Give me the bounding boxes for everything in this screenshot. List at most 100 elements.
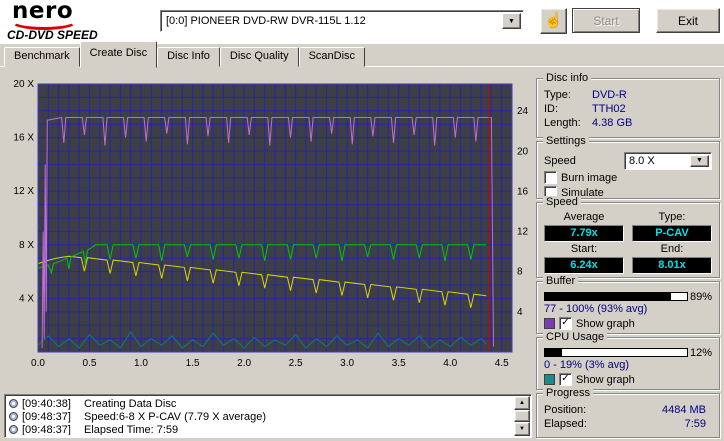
scrollbar-track[interactable] [514,410,530,422]
position-label: Position: [544,404,587,416]
disc-length-label: Length: [544,117,581,129]
speed-select-value: 8.0 X [629,154,655,167]
settings-group: Settings Speed 8.0 X ▼ Burn image Simula… [536,135,720,199]
svg-text:0.0: 0.0 [31,358,45,369]
progress-group: Progress Position: 4484 MB Elapsed: 7:59 [536,387,720,438]
disc-type-label: Type: [544,89,571,101]
speed-select-row: Speed 8.0 X ▼ [544,151,712,170]
log-text: Elapsed Time: 7:59 [84,423,179,436]
log-line: [09:48:37] Elapsed Time: 7:59 [7,423,513,435]
position-row: Position: 4484 MB [544,403,712,417]
log-lines: [09:40:38] Creating Data Disc [09:48:37]… [7,397,513,435]
buffer-show-graph-row: ✓ Show graph [544,316,712,331]
dropdown-arrow-glyph: ▼ [508,17,515,25]
svg-text:1.5: 1.5 [186,358,200,369]
disc-id-label: ID: [544,103,559,115]
drive-select[interactable]: [0:0] PIONEER DVD-RW DVR-115L 1.12 ▼ [160,10,524,32]
chevron-down-icon[interactable]: ▼ [690,154,709,167]
tab-create-disc[interactable]: Create Disc [79,41,158,68]
sidebar: Disc info Type: DVD-R ID: TTH02 Length: … [536,72,720,438]
svg-text:2.0: 2.0 [237,358,251,369]
cpu-title: CPU Usage [543,331,608,343]
svg-text:0.5: 0.5 [83,358,97,369]
chevron-down-icon[interactable]: ▼ [502,13,521,29]
dropdown-arrow-glyph: ▼ [696,156,703,164]
exit-button[interactable]: Exit [656,8,720,33]
svg-text:16 X: 16 X [13,133,34,144]
svg-text:4: 4 [517,307,523,318]
disc-info-group: Disc info Type: DVD-R ID: TTH02 Length: … [536,72,720,138]
speed-type-value: P-CAV [632,225,712,242]
tab-benchmark[interactable]: Benchmark [4,47,80,67]
log-time: [09:48:37] [22,410,71,423]
tab-disc-info[interactable]: Disc Info [157,47,220,67]
cd-dvd-speed-logo-text: CD-DVD SPEED [7,28,98,42]
buffer-bar [544,292,688,301]
scrollbar-thumb[interactable] [514,410,530,422]
buffer-show-graph-checkbox[interactable]: ✓ [559,317,572,330]
drive-select-value: [0:0] PIONEER DVD-RW DVR-115L 1.12 [166,15,366,27]
position-value: 4484 MB [661,404,706,416]
log-text: Creating Data Disc [84,397,177,410]
buffer-group: Buffer 89% 77 - 100% (93% avg) ✓ Show gr… [536,275,720,334]
scroll-down-icon: ▼ [519,426,525,432]
speed-end-value: 8.01x [632,257,712,274]
start-button[interactable]: Start [572,8,640,33]
scroll-up-icon: ▲ [519,400,525,406]
svg-text:8 X: 8 X [19,240,34,251]
log-line: [09:40:38] Creating Data Disc [7,397,513,410]
disc-type-row: Type: DVD-R [544,88,712,102]
log-time: [09:40:38] [22,397,71,410]
burn-image-label: Burn image [561,171,618,184]
settings-title: Settings [543,135,589,147]
tab-disc-quality[interactable]: Disc Quality [219,47,299,67]
scroll-up-button[interactable]: ▲ [514,396,530,410]
buffer-bar-fill [545,293,672,300]
svg-text:20 X: 20 X [13,79,34,90]
speed-chart: 4 X 8 X 12 X 16 X 20 X 4 8 12 16 20 24 0.0 0.5 1.0 1.5… [13,79,529,369]
tab-scandisc[interactable]: ScanDisc [298,47,366,67]
svg-text:12: 12 [517,227,529,238]
burn-image-checkbox[interactable] [544,171,557,184]
buffer-range: 77 - 100% (93% avg) [544,303,648,315]
cpu-bar [544,348,688,357]
speed-type-label: Type: [658,211,686,223]
options-tool-button[interactable]: ☝ [540,8,567,34]
speed-group: Speed Average Type: 7.79x P-CAV Start: E… [536,196,720,278]
log-text: Speed:6-8 X P-CAV (7.79 X average) [84,410,267,423]
buffer-bar-row: 89% [544,290,712,303]
svg-text:3.0: 3.0 [340,358,354,369]
buffer-title: Buffer [543,275,579,287]
log-scrollbar[interactable]: ▲ ▼ [514,396,530,436]
speed-select[interactable]: 8.0 X ▼ [624,151,712,170]
burn-image-row: Burn image [544,170,712,185]
disc-length-row: Length: 4.38 GB [544,116,712,130]
cpu-show-graph-checkbox[interactable]: ✓ [559,373,572,386]
svg-text:12 X: 12 X [13,186,34,197]
svg-text:16: 16 [517,186,529,197]
svg-text:8: 8 [517,267,523,278]
elapsed-label: Elapsed: [544,418,587,430]
buffer-percent: 89% [689,290,712,303]
speed-end-label: End: [660,243,684,255]
svg-text:2.5: 2.5 [289,358,303,369]
svg-text:20: 20 [517,146,529,157]
svg-text:4.0: 4.0 [443,358,457,369]
svg-text:24: 24 [517,106,529,117]
log-disc-icon [9,425,18,434]
speed-start-value: 6.24x [544,257,624,274]
cpu-bar-fill [545,349,563,356]
cpu-show-graph-label: Show graph [576,373,635,386]
cpu-percent: 12% [689,346,712,359]
speed-start-label: Start: [570,243,598,255]
speed-title: Speed [543,196,581,208]
speed-average-value: 7.79x [544,225,624,242]
cpu-range: 0 - 19% (3% avg) [544,359,629,371]
disc-id-value: TTH02 [592,103,626,115]
header: nero CD-DVD SPEED [0:0] PIONEER DVD-RW D… [0,0,724,44]
scroll-down-button[interactable]: ▼ [514,422,530,436]
disc-id-row: ID: TTH02 [544,102,712,116]
svg-text:3.5: 3.5 [392,358,406,369]
log-line: [09:48:37] Speed:6-8 X P-CAV (7.79 X ave… [7,410,513,423]
cpu-group: CPU Usage 12% 0 - 19% (3% avg) ✓ Show gr… [536,331,720,390]
